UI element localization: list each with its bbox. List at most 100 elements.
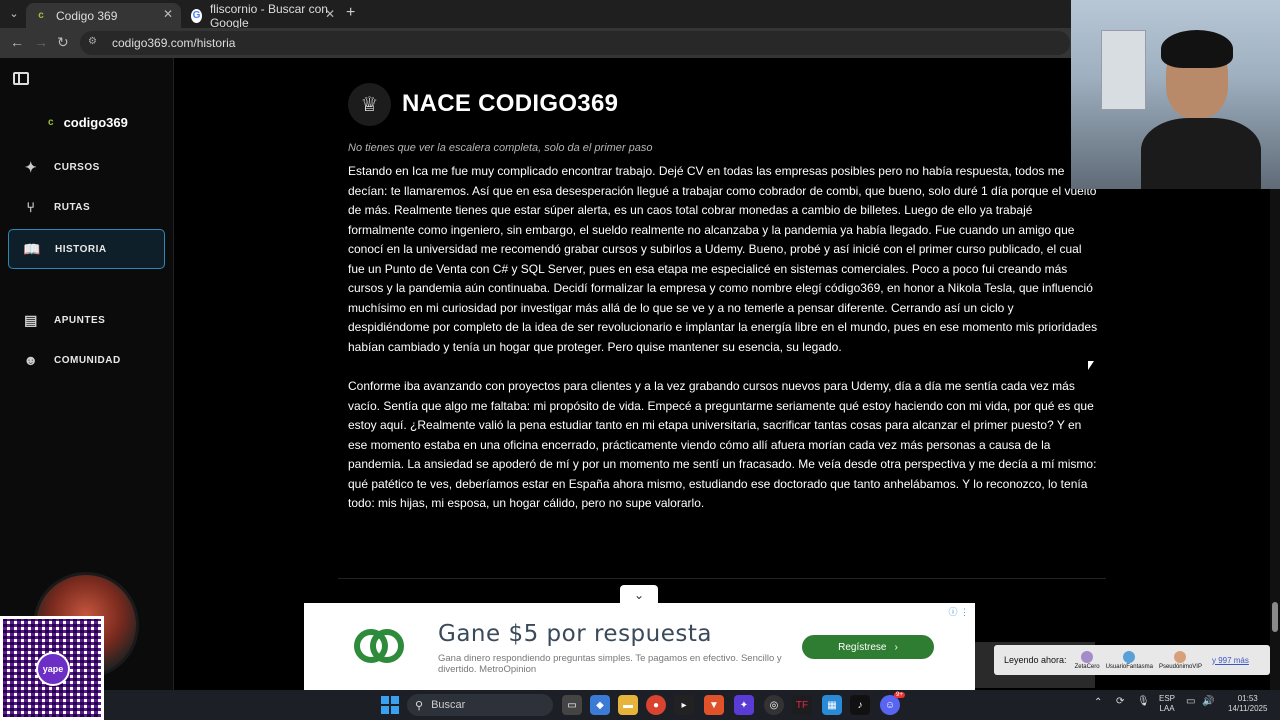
reload-icon[interactable]: ↻ (57, 34, 69, 51)
webcam-shelf (1101, 30, 1146, 110)
award-ribbon-icon: ♕ (348, 83, 391, 126)
scrollbar-thumb[interactable] (1272, 602, 1278, 632)
ad-body: Gana dinero respondiendo preguntas simpl… (438, 653, 782, 675)
back-arrow-icon[interactable]: ← (10, 34, 24, 50)
reader-item: PseudónimoVIP (1158, 650, 1202, 670)
brave-icon[interactable]: ▼ (704, 695, 724, 715)
address-bar[interactable]: ⚙ codigo369.com/historia (80, 31, 1070, 55)
webcam-person-body (1141, 118, 1261, 189)
brand[interactable]: c codigo369 (48, 115, 128, 130)
sidebar-item-rutas[interactable]: ⑂ RUTAS (8, 187, 165, 227)
reading-now-panel: Leyendo ahora: ZetaCero UsuarioFantasma … (994, 645, 1270, 675)
webcam-person-hair (1161, 30, 1233, 68)
route-icon: ⑂ (26, 199, 36, 215)
github-icon[interactable]: ◎ (764, 695, 784, 715)
ad-headline[interactable]: Gane $5 por respuesta (438, 621, 712, 647)
yape-badge-text: yape (42, 664, 64, 674)
page-subtitle: No tienes que ver la escalera completa, … (348, 142, 653, 154)
microphone-icon[interactable]: 🎙 (1137, 697, 1150, 707)
close-tab-icon[interactable]: ✕ (163, 7, 173, 21)
tab-google-search[interactable]: G fliscornio - Buscar con Google ✕ (183, 1, 343, 30)
sidebar-item-apuntes[interactable]: ▤ APUNTES (8, 300, 165, 340)
qr-pattern: yape (3, 619, 101, 717)
search-icon: ⚲ (415, 699, 424, 712)
tiktok-icon[interactable]: ♪ (850, 695, 870, 715)
language-layout: LAA (1159, 704, 1175, 713)
sidebar-toggle-icon[interactable] (13, 72, 29, 85)
more-readers-link[interactable]: y 997 más (1212, 656, 1249, 665)
clock-time: 01:53 (1237, 694, 1258, 703)
article-paragraph: Conforme iba avanzando con proyectos par… (348, 379, 1097, 510)
webcam-overlay (1071, 0, 1280, 189)
tab-codigo369[interactable]: c Codigo 369 ✕ (26, 3, 181, 28)
task-view-icon[interactable]: ▭ (562, 695, 582, 715)
sidebar-item-label: COMUNIDAD (54, 354, 121, 366)
file-explorer-icon[interactable]: ▬ (618, 695, 638, 715)
tray-chevron-icon[interactable]: ⌃ (1094, 698, 1102, 708)
new-tab-plus-icon[interactable]: + (346, 4, 355, 22)
sidebar-item-label: APUNTES (54, 314, 106, 326)
photos-icon[interactable]: ▦ (822, 695, 842, 715)
tab-title: Codigo 369 (56, 8, 118, 23)
taskbar-search[interactable]: ⚲ Buscar (407, 694, 553, 716)
clock-date: 14/11/2025 (1228, 704, 1268, 713)
volume-icon[interactable]: 🔊 (1202, 697, 1214, 707)
sidebar-item-historia[interactable]: 📖 HISTORIA (8, 229, 165, 269)
notes-icon: ▤ (24, 311, 38, 328)
url-text: codigo369.com/historia (112, 36, 236, 50)
sidebar-item-label: HISTORIA (55, 243, 107, 255)
sparkle-icon: ✦ (24, 158, 38, 175)
codigo369-favicon-icon: c (38, 10, 44, 21)
system-clock[interactable]: 01:53 14/11/2025 (1228, 694, 1267, 714)
ad-info-icon[interactable]: ⓘ ⋮ (948, 605, 969, 618)
windows-start-icon[interactable] (381, 696, 399, 714)
reader-avatar-icon (1174, 650, 1187, 663)
ad-register-button[interactable]: Regístrese › (802, 635, 934, 659)
tray-app-icon[interactable]: ⟳ (1116, 697, 1124, 707)
reader-avatar-icon (1123, 650, 1136, 663)
close-tab-icon[interactable]: ✕ (325, 7, 335, 21)
taskbar-search-label: Buscar (431, 699, 466, 711)
sidebar-item-comunidad[interactable]: ☻ COMUNIDAD (8, 340, 165, 380)
yape-logo: yape (36, 652, 70, 686)
book-icon: 📖 (23, 240, 41, 257)
reader-name: UsuarioFantasma (1105, 663, 1153, 670)
reader-name: ZetaCero (1074, 663, 1100, 670)
metroopinion-logo-icon (354, 629, 404, 665)
ad-banner[interactable]: Gane $5 por respuesta Gana dinero respon… (304, 603, 975, 690)
collapse-ad-chevron-icon[interactable]: ⌄ (620, 585, 658, 605)
terminal-icon[interactable]: ▸ (674, 695, 694, 715)
chrome-icon[interactable]: ● (646, 695, 666, 715)
brand-name: codigo369 (63, 115, 128, 130)
sidebar-item-label: RUTAS (54, 201, 91, 213)
reader-avatar-icon (1081, 650, 1094, 663)
codigo369-logo-icon: c (48, 117, 54, 128)
language-code: ESP (1159, 694, 1176, 703)
site-info-icon[interactable]: ⚙ (88, 36, 102, 50)
language-indicator[interactable]: ESP LAA (1159, 694, 1175, 714)
ad-cta-label: Regístrese (838, 641, 887, 653)
article-paragraph: Estando en Ica me fue muy complicado enc… (348, 164, 1098, 354)
reading-now-label: Leyendo ahora: (1004, 655, 1067, 665)
notification-badge: 9+ (894, 692, 905, 698)
yape-qr-code: yape (0, 616, 104, 720)
reader-item: ZetaCero (1074, 650, 1100, 670)
google-favicon-icon: G (191, 8, 202, 23)
discord-icon[interactable]: ☺ (880, 695, 900, 715)
mouse-cursor (1088, 361, 1094, 370)
tf-app-icon[interactable]: TF (792, 695, 812, 715)
sidebar-item-label: CURSOS (54, 161, 100, 173)
tab-list-chevron-icon[interactable]: ⌄ (4, 4, 24, 24)
chevron-right-icon: › (894, 641, 898, 653)
forward-arrow-icon[interactable]: → (34, 34, 48, 50)
copilot-icon[interactable]: ◆ (590, 695, 610, 715)
app-star-icon[interactable]: ✦ (734, 695, 754, 715)
reader-name: PseudónimoVIP (1158, 663, 1202, 670)
tab-title: fliscornio - Buscar con Google (209, 1, 328, 30)
section-divider (338, 578, 1106, 579)
sidebar-item-cursos[interactable]: ✦ CURSOS (8, 147, 165, 187)
network-icon[interactable]: ▭ (1186, 697, 1195, 707)
windows-taskbar: ⚲ Buscar ▭ ◆ ▬ ● ▸ ▼ ✦ ◎ TF ▦ ♪ ☺ 9+ ⌃ ⟳… (104, 690, 1280, 720)
page-title: NACE CODIGO369 (402, 90, 619, 117)
reader-item: UsuarioFantasma (1105, 650, 1153, 670)
